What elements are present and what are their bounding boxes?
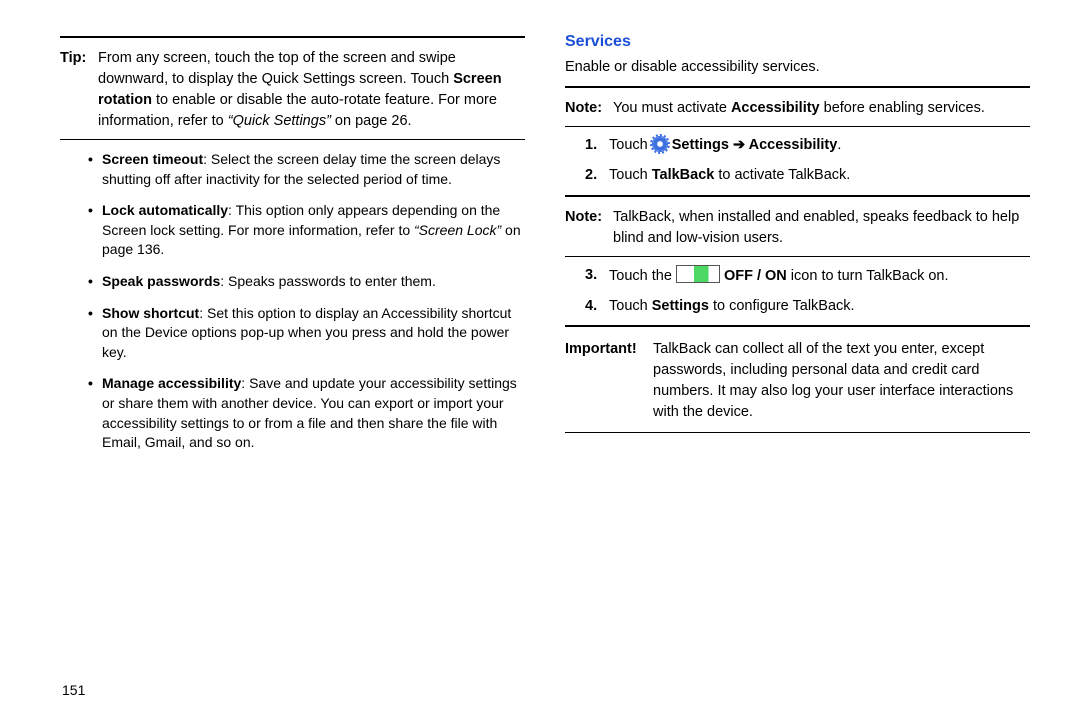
- arrow-icon: ➔: [733, 137, 745, 153]
- list-item: Screen timeout: Select the screen delay …: [88, 150, 525, 189]
- tip-part3: on page 26.: [331, 113, 412, 129]
- step-item: Touch Settings to configure TalkBack.: [585, 296, 1030, 318]
- list-item: Lock automatically: This option only app…: [88, 201, 525, 260]
- step-text: Touch the: [609, 268, 676, 284]
- bullet-bold: Speak passwords: [102, 273, 220, 289]
- right-column: Services Enable or disable accessibility…: [565, 30, 1030, 700]
- tip-label: Tip:: [60, 48, 98, 132]
- rule: [565, 325, 1030, 327]
- note-text: You must activate Accessibility before e…: [613, 98, 1030, 119]
- note-part: before enabling services.: [820, 100, 985, 116]
- step-bold: Accessibility: [745, 137, 837, 153]
- manual-page: Tip: From any screen, touch the top of t…: [0, 0, 1080, 720]
- rule: [565, 195, 1030, 197]
- list-item: Manage accessibility: Save and update yo…: [88, 374, 525, 452]
- note-bold: Accessibility: [731, 100, 820, 116]
- step-text: icon to turn TalkBack on.: [787, 268, 949, 284]
- section-heading: Services: [565, 30, 1030, 53]
- bullet-bold: Manage accessibility: [102, 375, 241, 391]
- rule: [565, 432, 1030, 433]
- note-text: TalkBack, when installed and enabled, sp…: [613, 207, 1030, 249]
- rule: [565, 256, 1030, 257]
- step-bold: TalkBack: [652, 167, 715, 183]
- tip-block: Tip: From any screen, touch the top of t…: [60, 44, 525, 136]
- step-bold: Settings: [668, 137, 733, 153]
- bullet-ref: “Screen Lock”: [414, 222, 501, 238]
- list-item: Show shortcut: Set this option to displa…: [88, 304, 525, 363]
- step-item: Touch the OFF / ON icon to turn TalkBack…: [585, 265, 1030, 288]
- bullet-bold: Show shortcut: [102, 305, 199, 321]
- bullet-list: Screen timeout: Select the screen delay …: [88, 150, 525, 453]
- step-text: Touch: [609, 167, 652, 183]
- step-text: Touch: [609, 137, 652, 153]
- note-block: Note: You must activate Accessibility be…: [565, 94, 1030, 123]
- step-item: Touch Settings ➔ Accessibility.: [585, 135, 1030, 157]
- step-bold: OFF / ON: [720, 268, 787, 284]
- note-label: Note:: [565, 207, 613, 249]
- rule: [565, 86, 1030, 88]
- step-text: .: [837, 137, 841, 153]
- list-item: Speak passwords: Speaks passwords to ent…: [88, 272, 525, 292]
- rule: [60, 139, 525, 140]
- note-part: You must activate: [613, 100, 731, 116]
- bullet-bold: Lock automatically: [102, 202, 228, 218]
- rule: [565, 126, 1030, 127]
- bullet-text: : Speaks passwords to enter them.: [220, 273, 436, 289]
- note-block: Note: TalkBack, when installed and enabl…: [565, 203, 1030, 253]
- step-text: to activate TalkBack.: [714, 167, 850, 183]
- step-list: Touch Settings ➔ Accessibility. Touch Ta…: [565, 135, 1030, 187]
- toggle-icon: [676, 265, 720, 283]
- note-label: Note:: [565, 98, 613, 119]
- tip-text: From any screen, touch the top of the sc…: [98, 48, 525, 132]
- tip-ref: “Quick Settings”: [228, 113, 331, 129]
- tip-part1: From any screen, touch the top of the sc…: [98, 50, 456, 87]
- settings-icon: [652, 136, 668, 152]
- step-text: Touch: [609, 298, 652, 314]
- rule: [60, 36, 525, 38]
- section-intro: Enable or disable accessibility services…: [565, 57, 1030, 78]
- left-column: Tip: From any screen, touch the top of t…: [60, 30, 525, 700]
- important-text: TalkBack can collect all of the text you…: [653, 339, 1030, 423]
- important-block: Important! TalkBack can collect all of t…: [565, 333, 1030, 429]
- important-label: Important!: [565, 339, 653, 423]
- step-item: Touch TalkBack to activate TalkBack.: [585, 165, 1030, 187]
- bullet-bold: Screen timeout: [102, 151, 203, 167]
- step-text: to configure TalkBack.: [709, 298, 855, 314]
- step-bold: Settings: [652, 298, 709, 314]
- page-number: 151: [62, 682, 85, 698]
- step-list: Touch the OFF / ON icon to turn TalkBack…: [565, 265, 1030, 318]
